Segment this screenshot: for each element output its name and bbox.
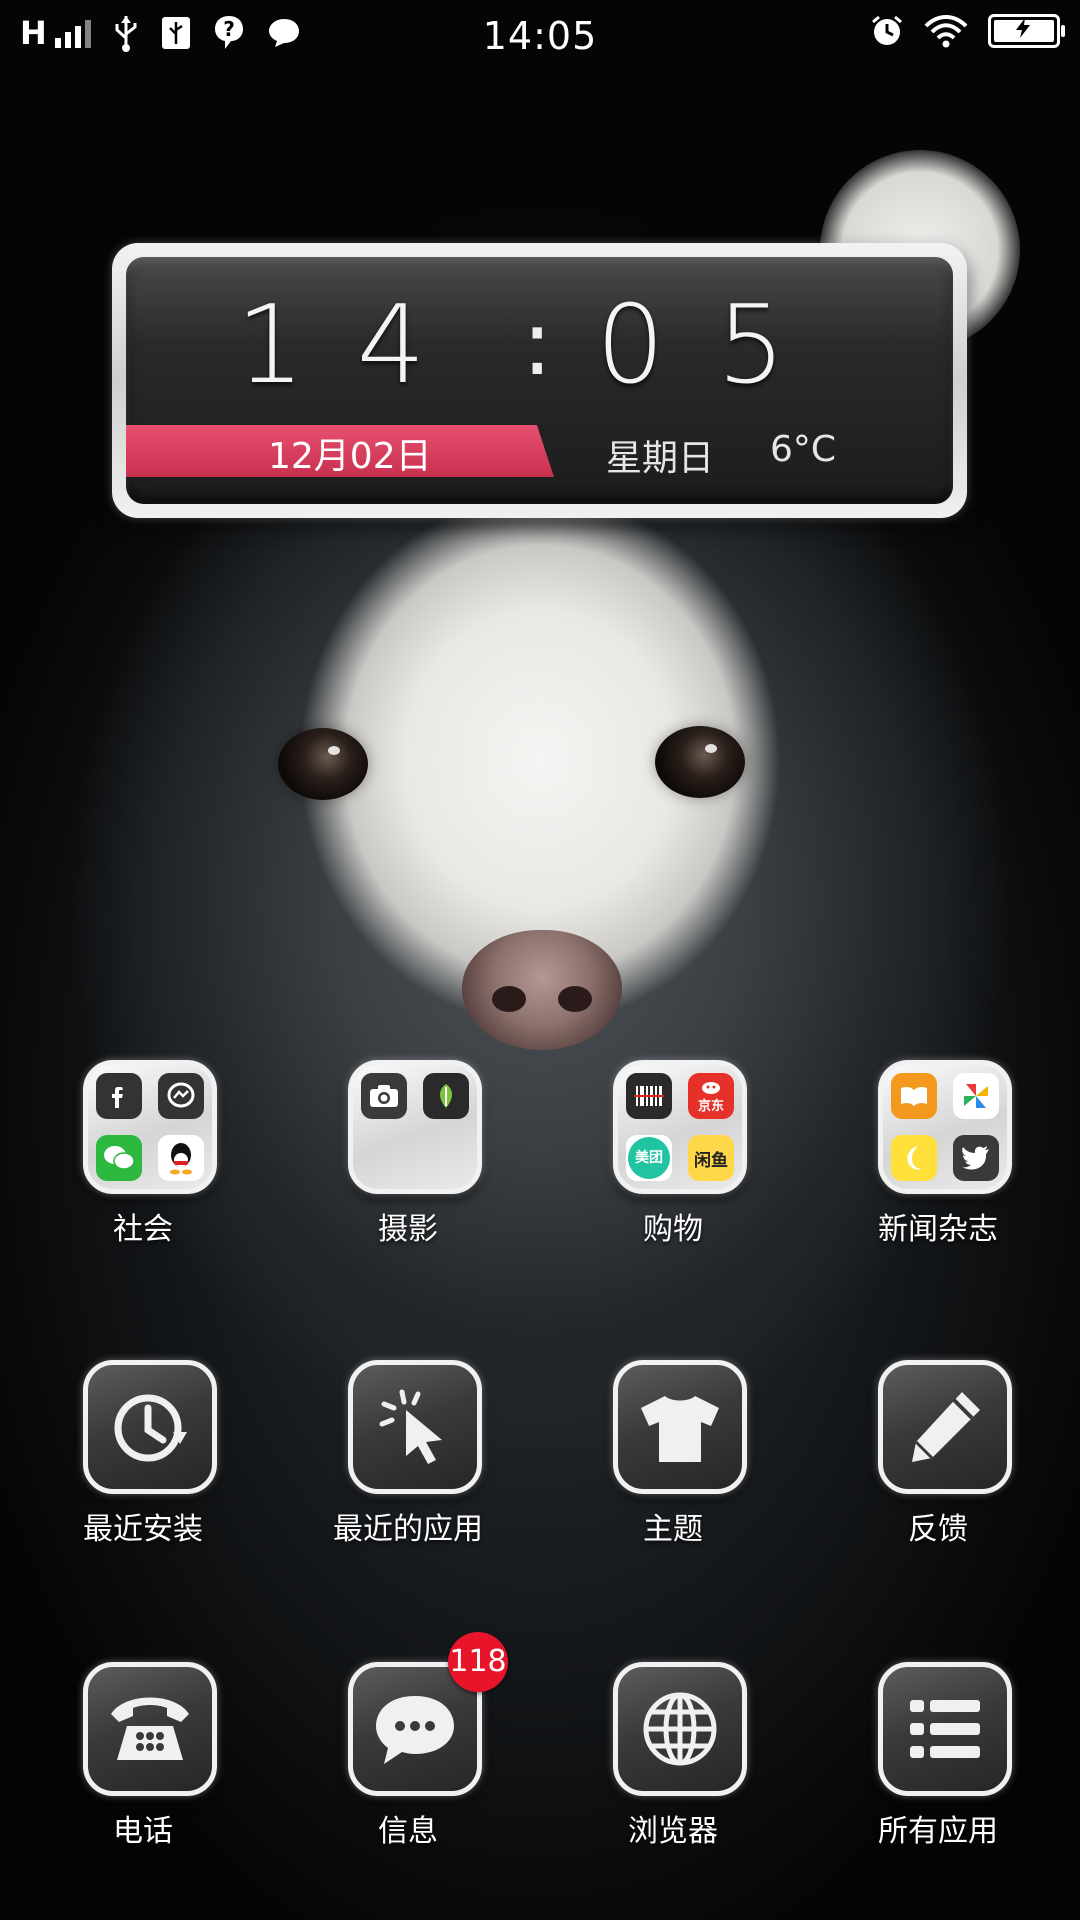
xianyu-label: 闲鱼 xyxy=(694,1150,728,1171)
app-browser[interactable]: 浏览器 xyxy=(553,1662,793,1862)
messages-icon xyxy=(376,1696,454,1764)
folder-tile xyxy=(83,1060,217,1194)
messenger-icon xyxy=(158,1073,204,1119)
recent-apps-icon xyxy=(379,1389,442,1464)
folder-label: 新闻杂志 xyxy=(878,1212,998,1247)
clock-temperature: 6°C xyxy=(770,429,837,470)
folder-shopping[interactable]: 京东 美团 闲鱼 购物 xyxy=(553,1060,793,1260)
wechat-icon xyxy=(96,1135,142,1181)
battery-charging-icon xyxy=(988,14,1065,48)
meituan-label: 美团 xyxy=(628,1137,670,1179)
recent-install-icon xyxy=(114,1394,187,1462)
app-label: 浏览器 xyxy=(628,1814,718,1849)
app-label: 信息 xyxy=(378,1814,438,1849)
folder-photography[interactable]: 摄影 xyxy=(288,1060,528,1260)
feedback-icon xyxy=(912,1392,980,1462)
app-label: 最近的应用 xyxy=(333,1512,483,1547)
tile xyxy=(83,1360,217,1494)
clock-date: 12月02日 xyxy=(268,436,432,477)
dog-eye-right xyxy=(655,726,745,798)
jd-label: 京东 xyxy=(697,1098,724,1114)
clock-colon: : xyxy=(522,291,553,396)
theme-icon xyxy=(641,1396,719,1462)
status-bar: H ? 14:05 xyxy=(0,0,1080,76)
folder-tile xyxy=(878,1060,1012,1194)
meituan-icon: 美团 xyxy=(626,1135,672,1181)
clock-hours: 14 xyxy=(236,283,478,408)
all-apps-icon xyxy=(910,1700,980,1758)
app-recent-apps[interactable]: 最近的应用 xyxy=(288,1360,528,1560)
tile xyxy=(878,1360,1012,1494)
tile xyxy=(613,1360,747,1494)
home-screen: H ? 14:05 14: 05 12月02日 星期日 6°C 社会 摄影 京… xyxy=(0,0,1080,1920)
clock-minutes: 05 xyxy=(596,283,838,408)
xianyu-icon: 闲鱼 xyxy=(688,1135,734,1181)
app-feedback[interactable]: 反馈 xyxy=(818,1360,1058,1560)
app-recent-install[interactable]: 最近安装 xyxy=(23,1360,263,1560)
wifi-icon xyxy=(924,15,968,48)
unread-badge: 118 xyxy=(448,1632,508,1692)
pinwheel-icon xyxy=(953,1073,999,1119)
app-messages[interactable]: 118 信息 xyxy=(288,1632,528,1862)
tile xyxy=(348,1360,482,1494)
camera-icon xyxy=(361,1073,407,1119)
folder-tile: 京东 美团 闲鱼 xyxy=(613,1060,747,1194)
qq-icon xyxy=(158,1135,204,1181)
folder-tile xyxy=(348,1060,482,1194)
dog-nose xyxy=(462,930,622,1050)
tile xyxy=(83,1662,217,1796)
jd-icon: 京东 xyxy=(688,1073,734,1119)
folder-news[interactable]: 新闻杂志 xyxy=(818,1060,1058,1260)
app-label: 所有应用 xyxy=(878,1814,998,1849)
facebook-icon xyxy=(96,1073,142,1119)
folder-label: 社会 xyxy=(113,1212,173,1247)
app-label: 主题 xyxy=(643,1512,703,1547)
clock-weekday: 星期日 xyxy=(606,438,715,479)
folder-social[interactable]: 社会 xyxy=(23,1060,263,1260)
app-label: 反馈 xyxy=(908,1512,968,1547)
app-label: 电话 xyxy=(113,1814,173,1849)
dog-eye-left xyxy=(278,728,368,800)
clock-widget[interactable]: 14 : 05 12月02日 星期日 6°C xyxy=(112,243,967,518)
phone-icon xyxy=(111,1697,189,1760)
books-icon xyxy=(891,1073,937,1119)
clock-panel: 14 : 05 12月02日 星期日 6°C xyxy=(126,257,953,504)
tile xyxy=(613,1662,747,1796)
folder-label: 购物 xyxy=(643,1212,703,1247)
app-all-apps[interactable]: 所有应用 xyxy=(818,1662,1058,1862)
barcode-icon xyxy=(626,1073,672,1119)
app-theme[interactable]: 主题 xyxy=(553,1360,793,1560)
app-phone[interactable]: 电话 xyxy=(23,1662,263,1862)
twitter-icon xyxy=(953,1135,999,1181)
app-label: 最近安装 xyxy=(83,1512,203,1547)
moon-icon xyxy=(891,1135,937,1181)
tile xyxy=(878,1662,1012,1796)
snapseed-icon xyxy=(423,1073,469,1119)
browser-icon xyxy=(643,1692,717,1766)
folder-label: 摄影 xyxy=(378,1212,438,1247)
alarm-icon xyxy=(872,15,902,45)
